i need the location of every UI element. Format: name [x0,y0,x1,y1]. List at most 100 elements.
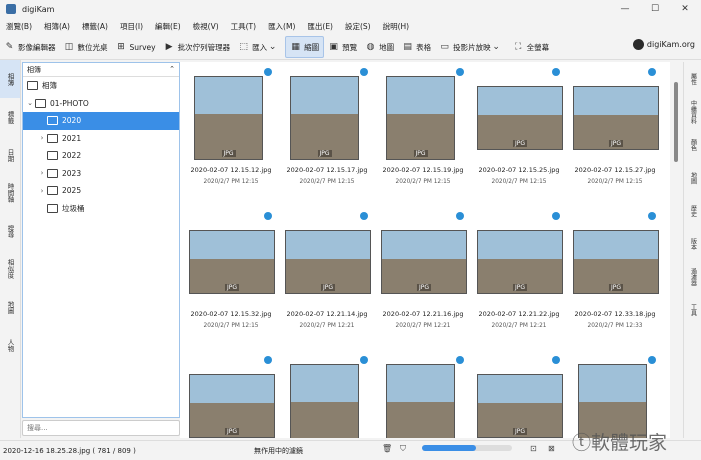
thumbnail-filename: 2020-02-07 12.15.25.jpg [478,166,560,174]
zoom-100-icon[interactable]: ⊠ [548,444,555,453]
image-editor-button[interactable]: ✎ 影像編輯器 [0,37,60,57]
album-search-input[interactable] [23,421,179,435]
tab-people[interactable]: 人物 [0,326,20,364]
tab-filters[interactable]: 過濾器 [684,260,701,293]
album-search-field[interactable] [22,420,180,436]
thumbnail-image[interactable]: JPG [285,230,371,294]
expand-arrow-icon[interactable]: › [37,187,47,195]
thumbnail-date: 2020/2/7 PM 12:15 [299,179,355,185]
thumbnail-image[interactable]: JPG [189,374,275,438]
tab-map[interactable]: 地圖 [0,288,20,326]
thumbnail-image[interactable]: JPG [386,76,455,160]
thumbnail-image[interactable]: JPG [573,86,659,150]
menu-browse[interactable]: 瀏覽(B) [0,21,38,32]
thumbnails-view-button[interactable]: ▦ 縮圖 [285,36,325,58]
map-view-button[interactable]: ◍ 地圖 [361,37,398,57]
menu-tag[interactable]: 標籤(A) [76,21,114,32]
table-view-button[interactable]: ▤ 表格 [398,37,435,57]
tab-right-map[interactable]: 地圖 [684,161,701,194]
photo-sky [382,231,466,259]
tab-similarity[interactable]: 相似度 [0,250,20,288]
album-item-2023[interactable]: › 2023 [23,165,179,183]
play-icon: ▶ [165,41,173,52]
thumbnail-item[interactable]: JPG [280,354,374,438]
tab-timeline[interactable]: 時間軸 [0,174,20,212]
filter-icon[interactable]: ⛉ [400,444,406,454]
menu-view[interactable]: 檢視(V) [187,21,225,32]
tab-colors[interactable]: 顏色 [684,128,701,161]
menu-import[interactable]: 匯入(M) [262,21,301,32]
tab-versions[interactable]: 版本 [684,227,701,260]
album-root[interactable]: 相簿 [23,77,179,95]
thumbnail-image[interactable]: JPG [290,76,359,160]
menu-edit[interactable]: 編輯(E) [149,21,187,32]
tab-dates[interactable]: 日期 [0,136,20,174]
album-item-2020[interactable]: 2020 [23,112,179,130]
thumbnail-image[interactable]: JPG [194,76,263,160]
thumbnail-image[interactable]: JPG [381,230,467,294]
import-button[interactable]: ⬚ 匯入 ⌄ [234,37,285,57]
expand-arrow-icon[interactable]: › [37,169,47,177]
thumbnail-image[interactable]: JPG [290,364,359,438]
menu-tools[interactable]: 工具(T) [225,21,262,32]
thumbnail-item[interactable]: JPG [472,354,566,438]
album-label: 2025 [62,186,82,196]
preview-button[interactable]: ▣ 預覽 [324,37,361,57]
light-table-button[interactable]: ◫ 數位光桌 [60,37,112,57]
thumbnail-image[interactable]: JPG [477,374,563,438]
zoom-slider[interactable] [422,445,512,451]
close-button[interactable]: ✕ [670,0,700,18]
thumbnail-item[interactable]: JPG 2020-02-07 12.21.22.jpg 2020/2/7 PM 12… [472,210,566,338]
expand-arrow-icon[interactable]: › [37,134,47,142]
thumbnail-item[interactable]: JPG 2020-02-07 12.15.19.jpg 2020/2/7 PM 12… [376,66,470,194]
thumbnail-item[interactable]: JPG 2020-02-07 12.15.25.jpg 2020/2/7 PM 12… [472,66,566,194]
tab-search[interactable]: 搜尋 [0,212,20,250]
batch-queue-button[interactable]: ▶ 批次佇列管理器 [160,37,235,57]
menu-help[interactable]: 說明(H) [377,21,416,32]
menu-export[interactable]: 匯出(E) [301,21,339,32]
slideshow-button[interactable]: ▭ 投影片放映 ⌄ [435,37,509,57]
album-item-01-photo[interactable]: ⌄ 01-PHOTO [23,95,179,113]
thumbnail-image[interactable]: JPG [578,364,647,438]
digikam-brand[interactable]: digiKam.org [632,39,695,50]
menu-album[interactable]: 相簿(A) [38,21,76,32]
thumbnail-image[interactable]: JPG [573,230,659,294]
thumbnail-image[interactable]: JPG [189,230,275,294]
thumbnail-item[interactable]: JPG [184,354,278,438]
minimize-button[interactable]: — [610,0,640,18]
tab-tags[interactable]: 標籤 [0,98,20,136]
maximize-button[interactable]: ☐ [640,0,670,18]
thumbnail-item[interactable]: JPG 2020-02-07 12.21.14.jpg 2020/2/7 PM 12… [280,210,374,338]
scrollbar-handle[interactable] [674,82,678,162]
tab-albums[interactable]: 相簿 [0,60,20,98]
survey-button[interactable]: ⊞ Survey [112,37,160,57]
chevron-up-icon[interactable]: ⌃ [169,65,175,73]
thumbnail-image[interactable]: JPG [477,230,563,294]
album-item-2025[interactable]: › 2025 [23,182,179,200]
tab-history[interactable]: 歷史 [684,194,701,227]
thumbnail-image[interactable]: JPG [386,364,455,438]
album-item-2021[interactable]: › 2021 [23,130,179,148]
thumbnail-item[interactable]: JPG [568,354,662,438]
thumbnail-item[interactable]: JPG 2020-02-07 12.15.12.jpg 2020/2/7 PM 12… [184,66,278,194]
thumbnail-item[interactable]: JPG 2020-02-07 12.33.18.jpg 2020/2/7 PM 12… [568,210,662,338]
menu-item[interactable]: 項目(I) [114,21,149,32]
thumbnail-item[interactable]: JPG 2020-02-07 12.15.27.jpg 2020/2/7 PM 12… [568,66,662,194]
fullscreen-button[interactable]: ⛶ 全螢幕 [509,37,554,57]
expand-arrow-icon[interactable]: ⌄ [25,99,35,107]
thumbnail-item[interactable]: JPG 2020-02-07 12.15.32.jpg 2020/2/7 PM 12… [184,210,278,338]
tab-metadata[interactable]: 中繼資料 [684,95,701,128]
tab-tools[interactable]: 工具 [684,293,701,326]
album-item-trash[interactable]: 垃圾桶 [23,200,179,218]
album-item-2022[interactable]: 2022 [23,147,179,165]
thumbnail-item[interactable]: JPG 2020-02-07 12.15.17.jpg 2020/2/7 PM 12… [280,66,374,194]
grid-vertical-scrollbar[interactable] [671,62,681,438]
format-badge: JPG [512,428,528,435]
thumbnail-item[interactable]: JPG 2020-02-07 12.21.16.jpg 2020/2/7 PM 12… [376,210,470,338]
trash-icon[interactable]: 🗑 [382,444,392,453]
zoom-fit-icon[interactable]: ⊡ [530,444,537,453]
thumbnail-image[interactable]: JPG [477,86,563,150]
menu-settings[interactable]: 設定(S) [339,21,377,32]
tab-properties[interactable]: 屬性 [684,62,701,95]
thumbnail-item[interactable]: JPG [376,354,470,438]
